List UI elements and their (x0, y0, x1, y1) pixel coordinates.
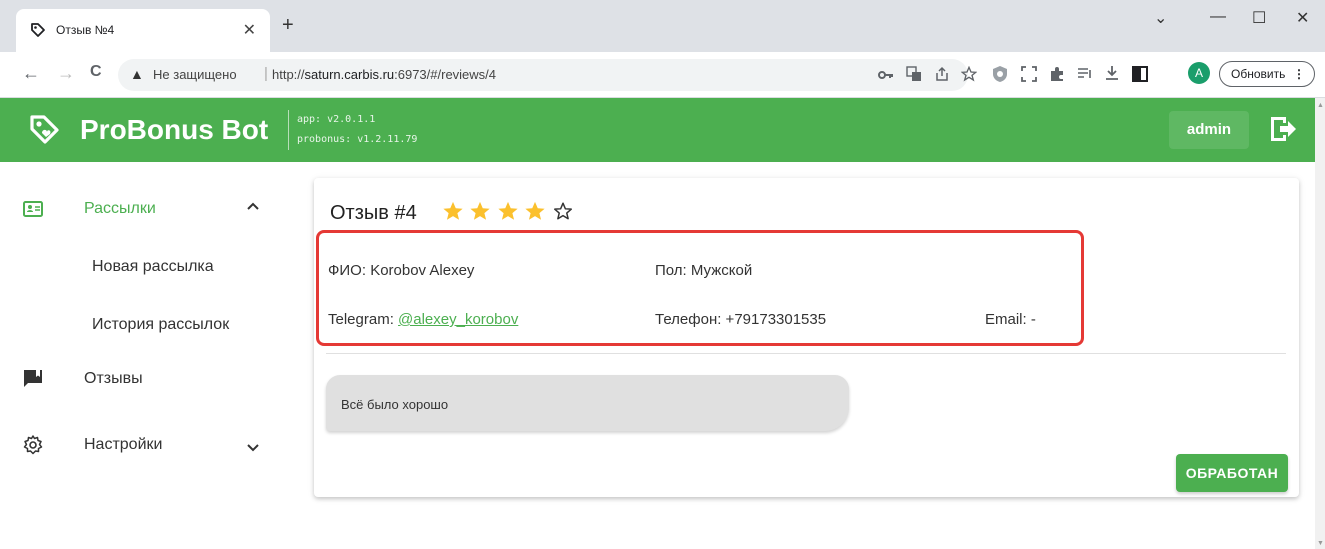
chevron-up-icon[interactable] (244, 198, 262, 216)
customer-gender: Пол: Мужской (655, 262, 753, 279)
tag-icon (31, 23, 45, 37)
url-host: saturn.carbis.ru (304, 67, 395, 82)
shield-icon[interactable] (992, 65, 1008, 83)
rating-stars (442, 200, 575, 227)
sidebar-item-reviews[interactable]: Отзывы (0, 352, 300, 408)
sidebar-subitem-new-mailing[interactable]: Новая рассылка (92, 258, 214, 276)
card-divider (326, 353, 1286, 354)
probonus-version: probonus: v1.2.11.79 (297, 134, 418, 145)
sidebar-subitem-mailing-history[interactable]: История рассылок (92, 316, 229, 334)
review-message-bubble: Всё было хорошо (326, 375, 849, 431)
maximize-icon[interactable]: ☐ (1252, 8, 1266, 28)
star-filled-icon (525, 201, 545, 220)
reading-list-icon[interactable] (1077, 67, 1093, 81)
forward-icon[interactable]: → (57, 63, 75, 84)
customer-email: Email: - (985, 311, 1036, 328)
address-separator: | (264, 65, 268, 82)
telegram-link[interactable]: @alexey_korobov (398, 311, 518, 328)
screenshot-icon[interactable] (1021, 66, 1037, 82)
review-message-text: Всё было хорошо (341, 397, 449, 412)
star-filled-icon (498, 201, 518, 220)
tab-title: Отзыв №4 (56, 23, 115, 37)
url-path: :6973/#/reviews/4 (394, 67, 497, 82)
minimize-icon[interactable]: — (1210, 8, 1226, 26)
extensions-icon[interactable] (1049, 66, 1065, 82)
star-filled-icon (470, 201, 491, 220)
update-button[interactable]: Обновить ⋮ (1219, 61, 1315, 87)
bookmark-star-icon[interactable] (961, 66, 977, 82)
back-icon[interactable]: ← (22, 63, 40, 84)
update-button-label: Обновить (1231, 67, 1286, 81)
sidebar-item-settings[interactable]: Настройки (0, 418, 300, 474)
header-divider (288, 110, 289, 150)
app-header: ProBonus Bot app: v2.0.1.1 probonus: v1.… (0, 98, 1315, 162)
key-icon[interactable] (878, 68, 894, 82)
brand-title[interactable]: ProBonus Bot (80, 114, 268, 146)
sidebar-item-label: Отзывы (84, 370, 143, 387)
translate-icon[interactable] (906, 66, 922, 82)
scroll-down-icon[interactable]: ▼ (1317, 540, 1324, 547)
comment-icon (24, 370, 42, 387)
address-bar[interactable]: ▲ Не защищено | http://saturn.carbis.ru:… (118, 59, 968, 91)
tab-search-icon[interactable]: ⌄ (1154, 8, 1167, 28)
share-icon[interactable] (934, 66, 950, 82)
star-empty-icon (553, 202, 572, 220)
download-icon[interactable] (1104, 65, 1120, 81)
admin-button[interactable]: admin (1169, 111, 1249, 149)
app-version: app: v2.0.1.1 (297, 114, 376, 125)
contact-card-icon (23, 201, 43, 217)
customer-info-highlight: ФИО: Korobov Alexey Пол: Мужской Telegra… (316, 230, 1084, 346)
side-panel-icon[interactable] (1132, 66, 1148, 82)
sidebar: Рассылки Новая рассылка История рассылок… (0, 162, 300, 549)
tab-close-icon[interactable]: ✕ (243, 20, 256, 40)
url-text: http://saturn.carbis.ru:6973/#/reviews/4 (272, 67, 496, 82)
mark-processed-button[interactable]: ОБРАБОТАН (1176, 454, 1288, 492)
url-prefix: http:// (272, 67, 305, 82)
profile-avatar[interactable]: A (1188, 62, 1210, 84)
scroll-up-icon[interactable]: ▲ (1317, 102, 1324, 109)
kebab-menu-icon[interactable]: ⋮ (1293, 62, 1305, 86)
gear-icon (23, 435, 43, 455)
telegram-label: Telegram: (328, 311, 399, 328)
logout-icon[interactable] (1266, 113, 1298, 145)
star-filled-icon (443, 201, 463, 220)
review-card: Отзыв #4 ФИО: Korobov Alexey Пол: Мужско… (314, 178, 1299, 497)
sidebar-item-mailings[interactable]: Рассылки (0, 182, 300, 238)
window-close-icon[interactable]: ✕ (1296, 8, 1309, 28)
sidebar-item-label: Настройки (84, 436, 163, 453)
browser-tab[interactable]: Отзыв №4 ✕ (16, 9, 270, 52)
tag-logo-icon (30, 115, 59, 144)
page-scrollbar[interactable]: ▲ ▼ (1315, 98, 1325, 549)
warning-icon[interactable]: ▲ (130, 66, 144, 82)
insecure-label: Не защищено (153, 67, 237, 82)
sidebar-item-label: Рассылки (84, 200, 156, 217)
customer-phone: Телефон: +79173301535 (655, 311, 827, 328)
chevron-down-icon[interactable] (244, 438, 262, 456)
browser-toolbar: ← → C ▲ Не защищено | http://saturn.carb… (0, 52, 1325, 98)
review-title: Отзыв #4 (330, 202, 417, 224)
browser-tab-bar: Отзыв №4 ✕ + ⌄ — ☐ ✕ (0, 0, 1325, 52)
reload-icon[interactable]: C (90, 63, 102, 81)
new-tab-button[interactable]: + (282, 14, 294, 37)
customer-telegram: Telegram: @alexey_korobov (328, 311, 518, 328)
customer-fio: ФИО: Korobov Alexey (328, 262, 475, 279)
